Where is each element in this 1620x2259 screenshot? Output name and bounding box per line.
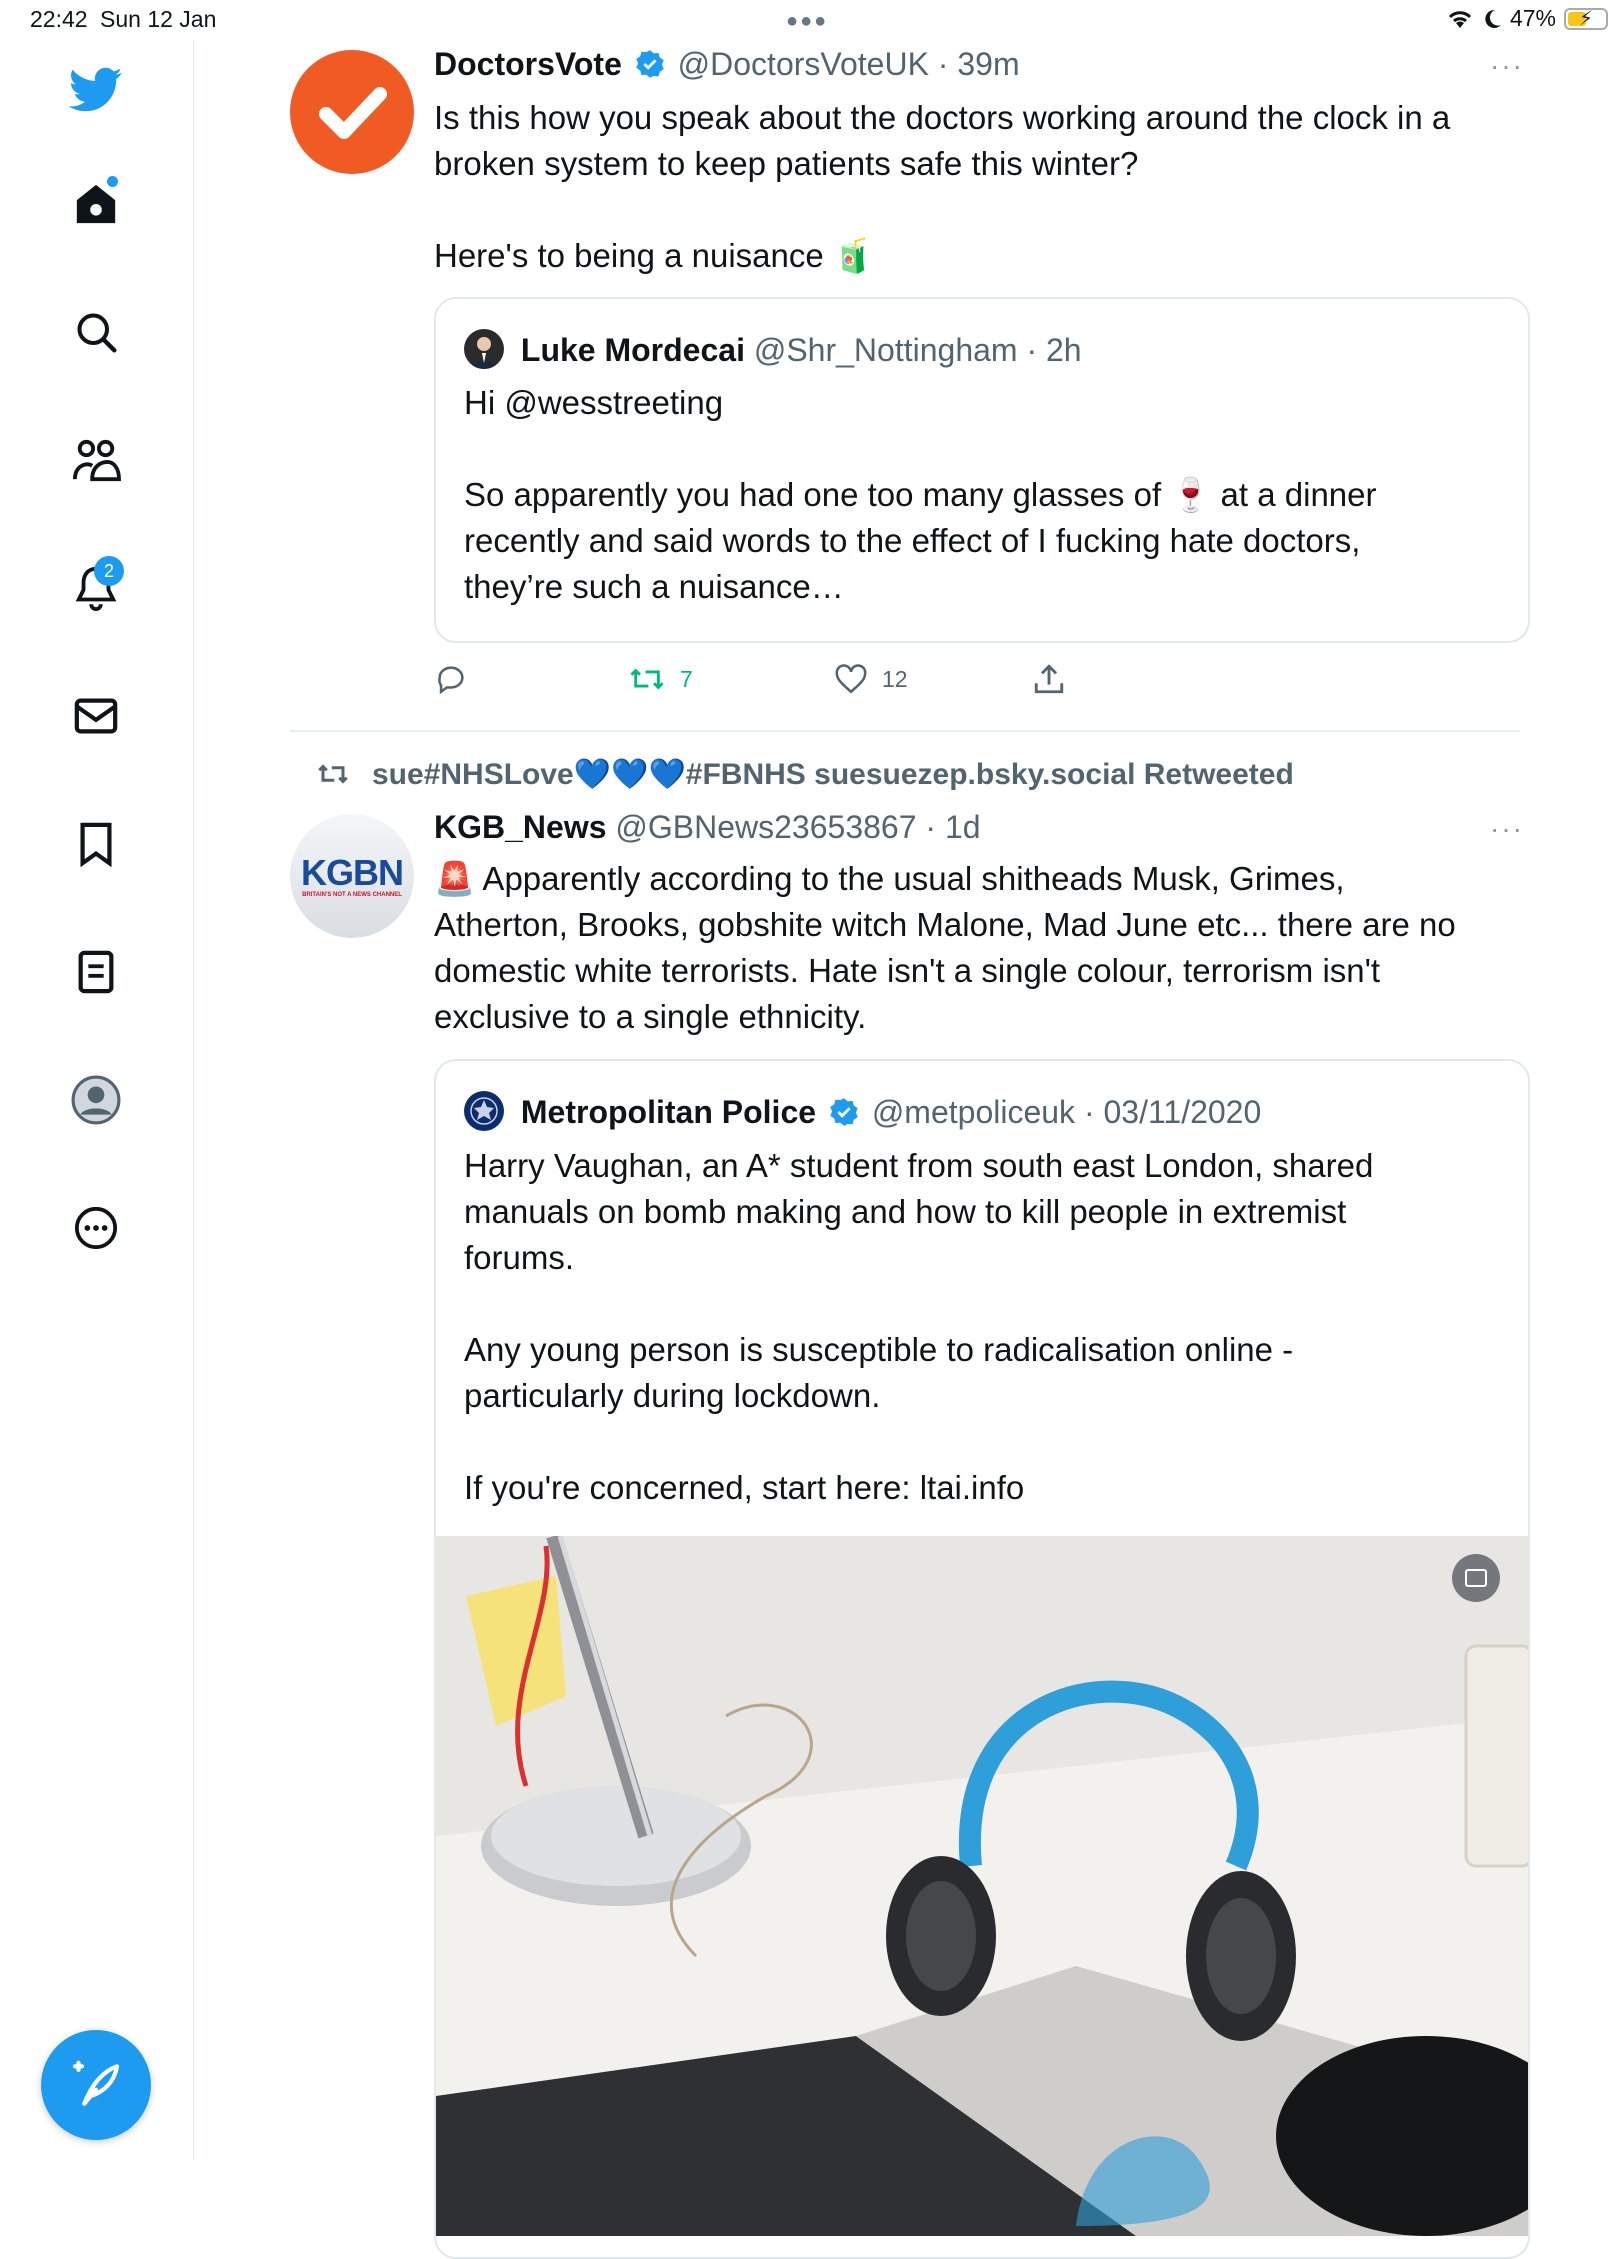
battery-percent: 47% <box>1509 5 1556 31</box>
twitter-logo-icon[interactable] <box>68 62 124 118</box>
communities-icon[interactable] <box>68 432 124 488</box>
author-name[interactable]: KGB_News <box>434 809 607 845</box>
share-icon <box>1034 664 1064 694</box>
quoted-tweet-header: Luke Mordecai @Shr_Nottingham · 2h <box>464 329 1082 369</box>
quoted-tweet-header: Metropolitan Police @metpoliceuk · 03/11… <box>464 1091 1261 1131</box>
wifi-icon <box>1448 10 1472 28</box>
verified-badge-icon <box>830 1098 858 1126</box>
status-time: 22:42 <box>30 6 88 32</box>
quoted-tweet-image[interactable] <box>436 1536 1528 2236</box>
tweet-time[interactable]: 39m <box>957 46 1019 82</box>
notifications-badge: 2 <box>94 556 124 586</box>
share-button[interactable] <box>1032 662 1066 696</box>
quoted-tweet-text: Hi @wesstreeting So apparently you had o… <box>464 384 1377 605</box>
multitasking-dots[interactable]: ●●● <box>786 10 828 33</box>
timeline: DoctorsVote @DoctorsVoteUK · 39m ··· Is … <box>194 40 1620 2259</box>
status-bar: 22:42 Sun 12 Jan ●●● 47% ⚡ <box>0 0 1620 40</box>
retweeted-by-line[interactable]: sue#NHSLove💙💙💙#FBNHS suesuezep.bsky.soci… <box>318 757 1294 792</box>
search-icon[interactable] <box>68 304 124 360</box>
tweet-time[interactable]: 1d <box>945 809 981 845</box>
heart-icon <box>835 664 867 694</box>
tweet-text: Is this how you speak about the doctors … <box>434 99 1451 274</box>
home-new-dot <box>107 176 118 187</box>
tweet-header: KGB_News @GBNews23653867 · 1d <box>434 809 981 845</box>
tweet-divider <box>290 730 1520 732</box>
tweet-header: DoctorsVote @DoctorsVoteUK · 39m <box>434 46 1020 82</box>
reply-button[interactable] <box>434 662 468 696</box>
bookmark-icon[interactable] <box>68 816 124 872</box>
quoted-author-handle: @metpoliceuk <box>871 1094 1076 1130</box>
quoted-tweet-time: 03/11/2020 <box>1103 1094 1262 1130</box>
like-button[interactable]: 12 <box>834 662 908 696</box>
retweet-icon <box>630 668 664 690</box>
desk-photo <box>436 1536 1528 2236</box>
sidebar: 2 <box>0 40 194 2160</box>
doctorsvote-avatar[interactable] <box>290 50 414 174</box>
met-police-avatar <box>464 1091 504 1131</box>
retweet-count: 7 <box>680 665 693 692</box>
reply-icon <box>438 666 464 695</box>
status-date: Sun 12 Jan <box>100 6 217 32</box>
more-options-icon[interactable] <box>68 1200 124 1256</box>
compose-tweet-button[interactable] <box>41 2030 151 2140</box>
compose-feather-icon <box>72 2060 120 2106</box>
kgb-news-avatar[interactable]: KGBN BRITAIN'S NOT A NEWS CHANNEL <box>290 814 414 938</box>
quoted-author-name: Luke Mordecai <box>520 332 745 368</box>
retweet-button[interactable]: 7 <box>628 662 693 696</box>
like-count: 12 <box>882 665 908 692</box>
retweet-small-icon <box>318 764 348 784</box>
battery-icon: ⚡ <box>1564 7 1608 30</box>
tweet-text: 🚨 Apparently according to the usual shit… <box>434 860 1456 1035</box>
quoted-tweet[interactable]: Metropolitan Police @metpoliceuk · 03/11… <box>434 1059 1530 2259</box>
messages-envelope-icon[interactable] <box>68 688 124 744</box>
home-icon[interactable] <box>68 176 124 232</box>
quoted-tweet[interactable]: Luke Mordecai @Shr_Nottingham · 2h Hi @w… <box>434 297 1530 643</box>
notifications-bell-icon[interactable]: 2 <box>68 556 124 616</box>
checkmark-icon <box>319 87 387 139</box>
tweet-more-icon[interactable]: ··· <box>1490 813 1524 845</box>
quoted-author-name: Metropolitan Police <box>520 1094 817 1130</box>
luke-mordecai-avatar <box>464 329 504 369</box>
profile-avatar-icon[interactable] <box>68 1072 124 1128</box>
status-right: 47% ⚡ <box>1446 5 1608 32</box>
quoted-tweet-time: 2h <box>1046 332 1082 368</box>
quoted-author-handle: @Shr_Nottingham <box>753 332 1018 368</box>
lists-icon[interactable] <box>68 944 124 1000</box>
tweet-more-icon[interactable]: ··· <box>1490 50 1524 82</box>
author-handle[interactable]: @DoctorsVoteUK <box>678 46 929 82</box>
author-handle[interactable]: @GBNews23653867 <box>615 809 916 845</box>
moon-icon <box>1485 9 1501 28</box>
author-name[interactable]: DoctorsVote <box>434 46 622 82</box>
verified-badge-icon <box>636 50 664 78</box>
quoted-tweet-text: Harry Vaughan, an A* student from south … <box>464 1147 1374 1506</box>
